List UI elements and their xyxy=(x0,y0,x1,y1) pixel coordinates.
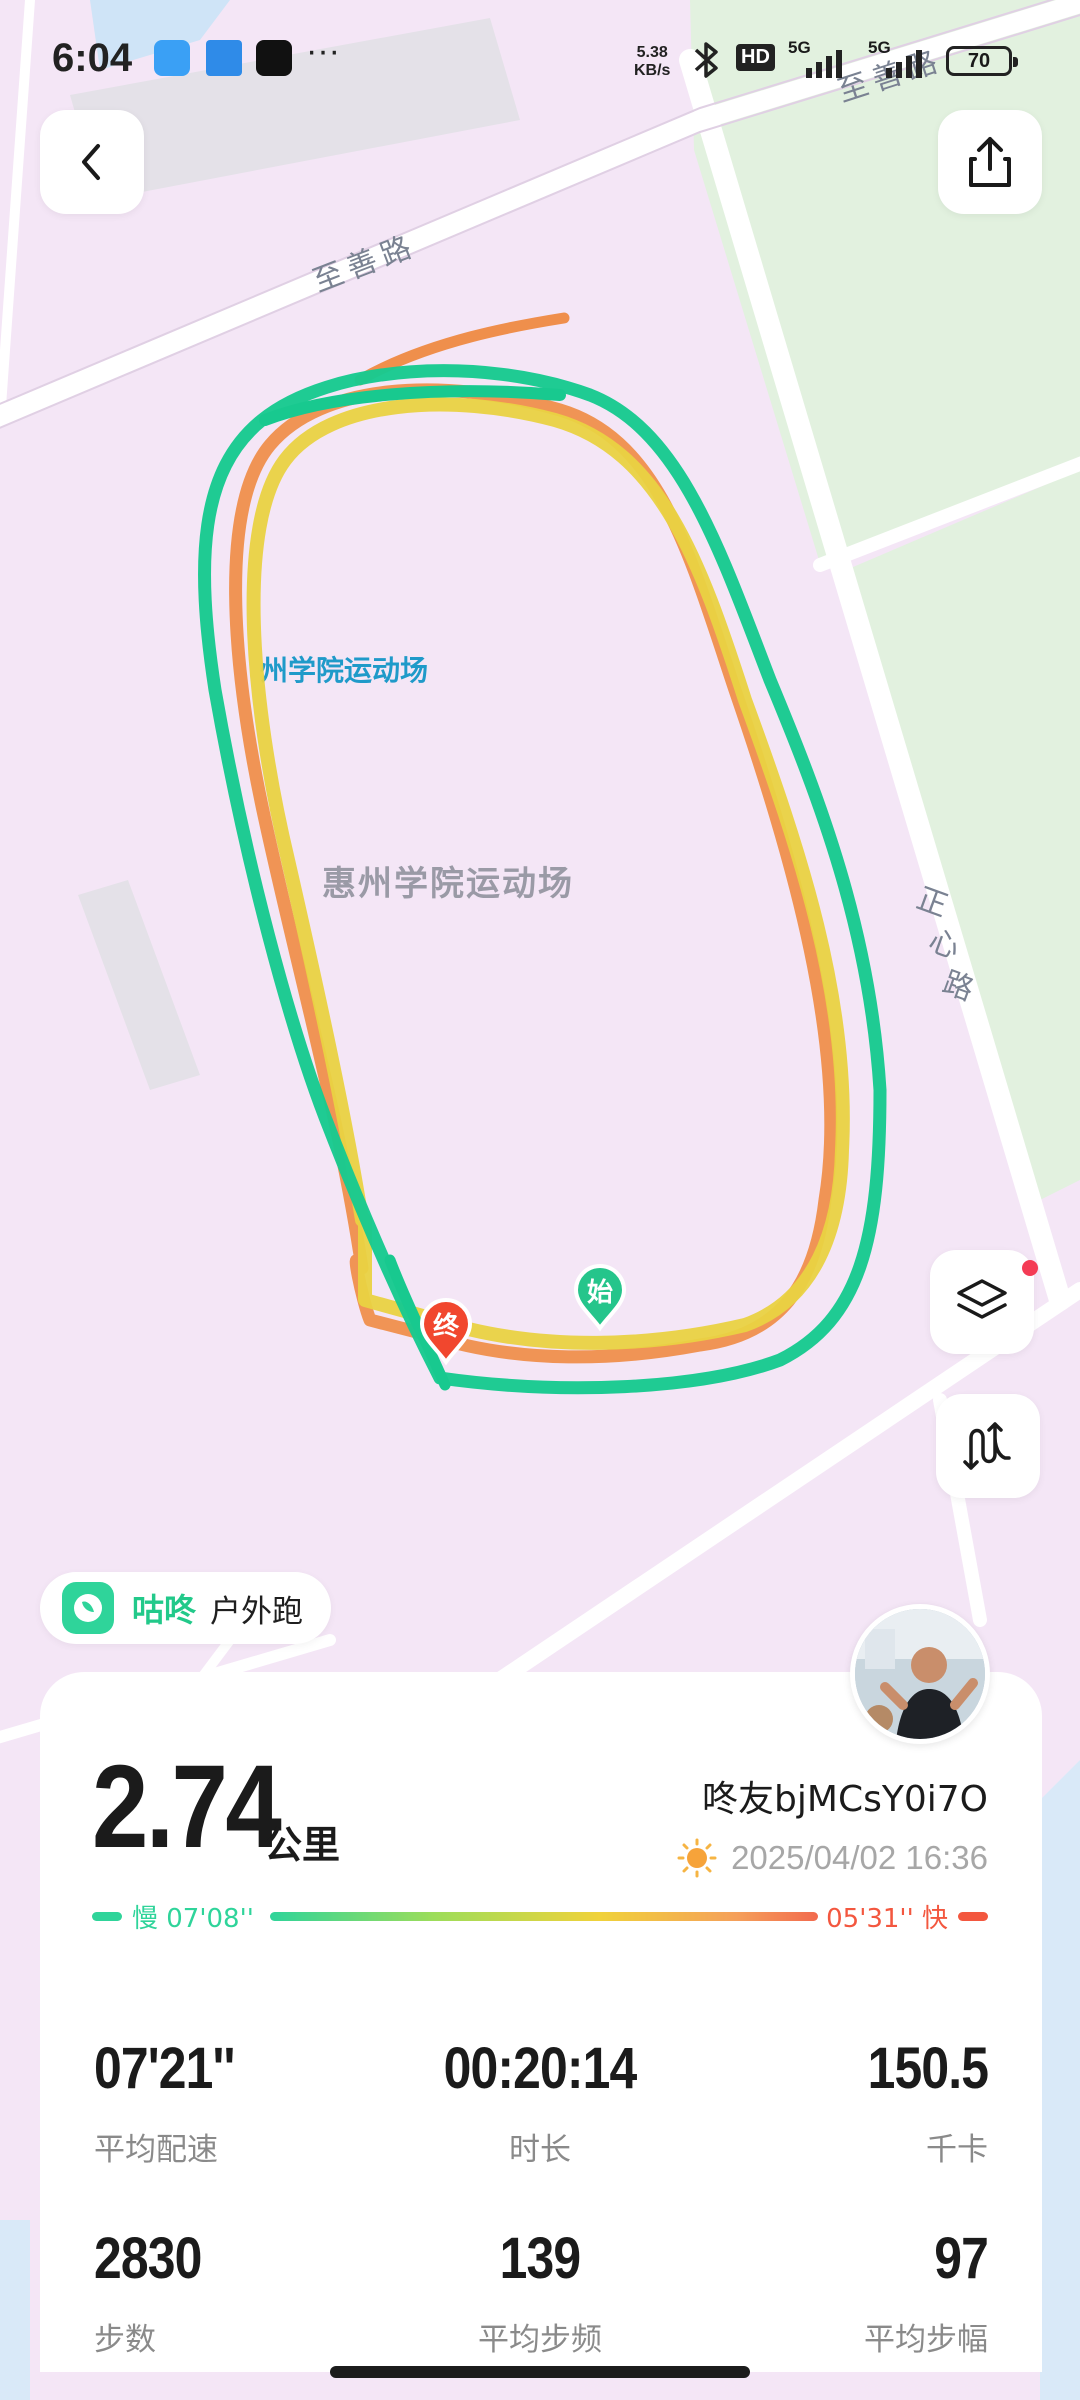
codoon-logo-icon xyxy=(62,1582,114,1634)
layers-icon xyxy=(957,1279,1007,1319)
poi-label-stadium-blue: 州学院运动场 xyxy=(260,654,428,687)
signal-icon-2 xyxy=(886,50,922,78)
stat-value: 07'21'' xyxy=(94,2036,235,2101)
app-brand-badge: 咕咚 户外跑 xyxy=(40,1572,332,1644)
track-playback-button[interactable] xyxy=(936,1394,1040,1498)
status-time: 6:04 xyxy=(52,36,133,80)
route-wave-icon xyxy=(963,1422,1011,1470)
bluetooth-icon xyxy=(694,42,718,78)
stat-label: 千卡 xyxy=(926,2132,988,2168)
distance-unit: 公里 xyxy=(264,1823,341,1867)
start-marker[interactable]: 始 xyxy=(572,1262,628,1332)
notification-dot xyxy=(1022,1260,1038,1276)
stat-value: 00:20:14 xyxy=(443,2036,638,2101)
pace-gradient-bar xyxy=(270,1912,818,1921)
home-indicator[interactable] xyxy=(330,2366,750,2378)
stat-label: 时长 xyxy=(509,2132,571,2168)
pace-legend: 慢 07'08'' 05'31'' 快 xyxy=(92,1896,988,1936)
stat-value: 150.5 xyxy=(867,2036,988,2101)
start-marker-label: 始 xyxy=(586,1278,613,1308)
distance-value: 2.74 xyxy=(92,1741,282,1873)
share-icon xyxy=(969,137,1011,187)
chevron-left-icon xyxy=(82,144,100,180)
stat-cadence: 139 平均步频 xyxy=(390,2230,690,2359)
poi-label-stadium: 惠州学院运动场 xyxy=(322,864,574,904)
messenger-app-icon xyxy=(154,40,190,76)
fast-pace-label: 05'31'' 快 xyxy=(826,1903,948,1934)
stat-label: 平均配速 xyxy=(94,2132,218,2168)
stat-value: 97 xyxy=(934,2226,989,2291)
share-button[interactable] xyxy=(938,110,1042,214)
stat-label: 平均步频 xyxy=(478,2322,602,2358)
status-bar: 6:04 ··· 5.38 KB/s HD 5G 5G 70 xyxy=(0,0,1080,120)
brand-name: 咕咚 xyxy=(132,1591,197,1629)
activity-mode: 户外跑 xyxy=(210,1593,304,1630)
stat-label: 平均步幅 xyxy=(864,2322,988,2358)
stat-calories: 150.5 千卡 xyxy=(848,2040,988,2169)
user-avatar[interactable] xyxy=(850,1604,990,1744)
sun-icon xyxy=(677,1838,717,1878)
stat-steps: 2830 步数 xyxy=(94,2230,219,2359)
end-marker[interactable]: 终 xyxy=(418,1296,474,1366)
battery-indicator: 70 xyxy=(946,46,1018,76)
stat-value: 2830 xyxy=(94,2226,202,2291)
stat-stride: 97 平均步幅 xyxy=(864,2226,989,2359)
signal-icon-1 xyxy=(806,50,842,78)
map-layers-button[interactable] xyxy=(930,1250,1038,1354)
user-name: 咚友bjMCsY0i7O xyxy=(702,1779,988,1820)
end-marker-label: 终 xyxy=(432,1312,459,1342)
slow-pace-label: 慢 07'08'' xyxy=(132,1903,254,1934)
workout-datetime-row: 2025/04/02 16:36 xyxy=(677,1838,988,1878)
stat-label: 步数 xyxy=(94,2322,156,2358)
slow-pace-swatch xyxy=(92,1911,122,1921)
stat-avg-pace: 07'21'' 平均配速 xyxy=(94,2040,257,2169)
workout-datetime: 2025/04/02 16:36 xyxy=(731,1839,988,1876)
stat-duration: 00:20:14 时长 xyxy=(390,2040,690,2169)
hd-icon: HD xyxy=(736,44,775,71)
water-area xyxy=(1040,1760,1080,2400)
stat-value: 139 xyxy=(499,2226,582,2291)
tiktok-app-icon xyxy=(256,40,292,76)
more-notifications-icon: ··· xyxy=(306,32,340,70)
book-app-icon xyxy=(206,40,242,76)
back-button[interactable] xyxy=(40,110,144,214)
fast-pace-swatch xyxy=(958,1911,988,1921)
net-speed: 5.38 KB/s xyxy=(634,44,671,79)
